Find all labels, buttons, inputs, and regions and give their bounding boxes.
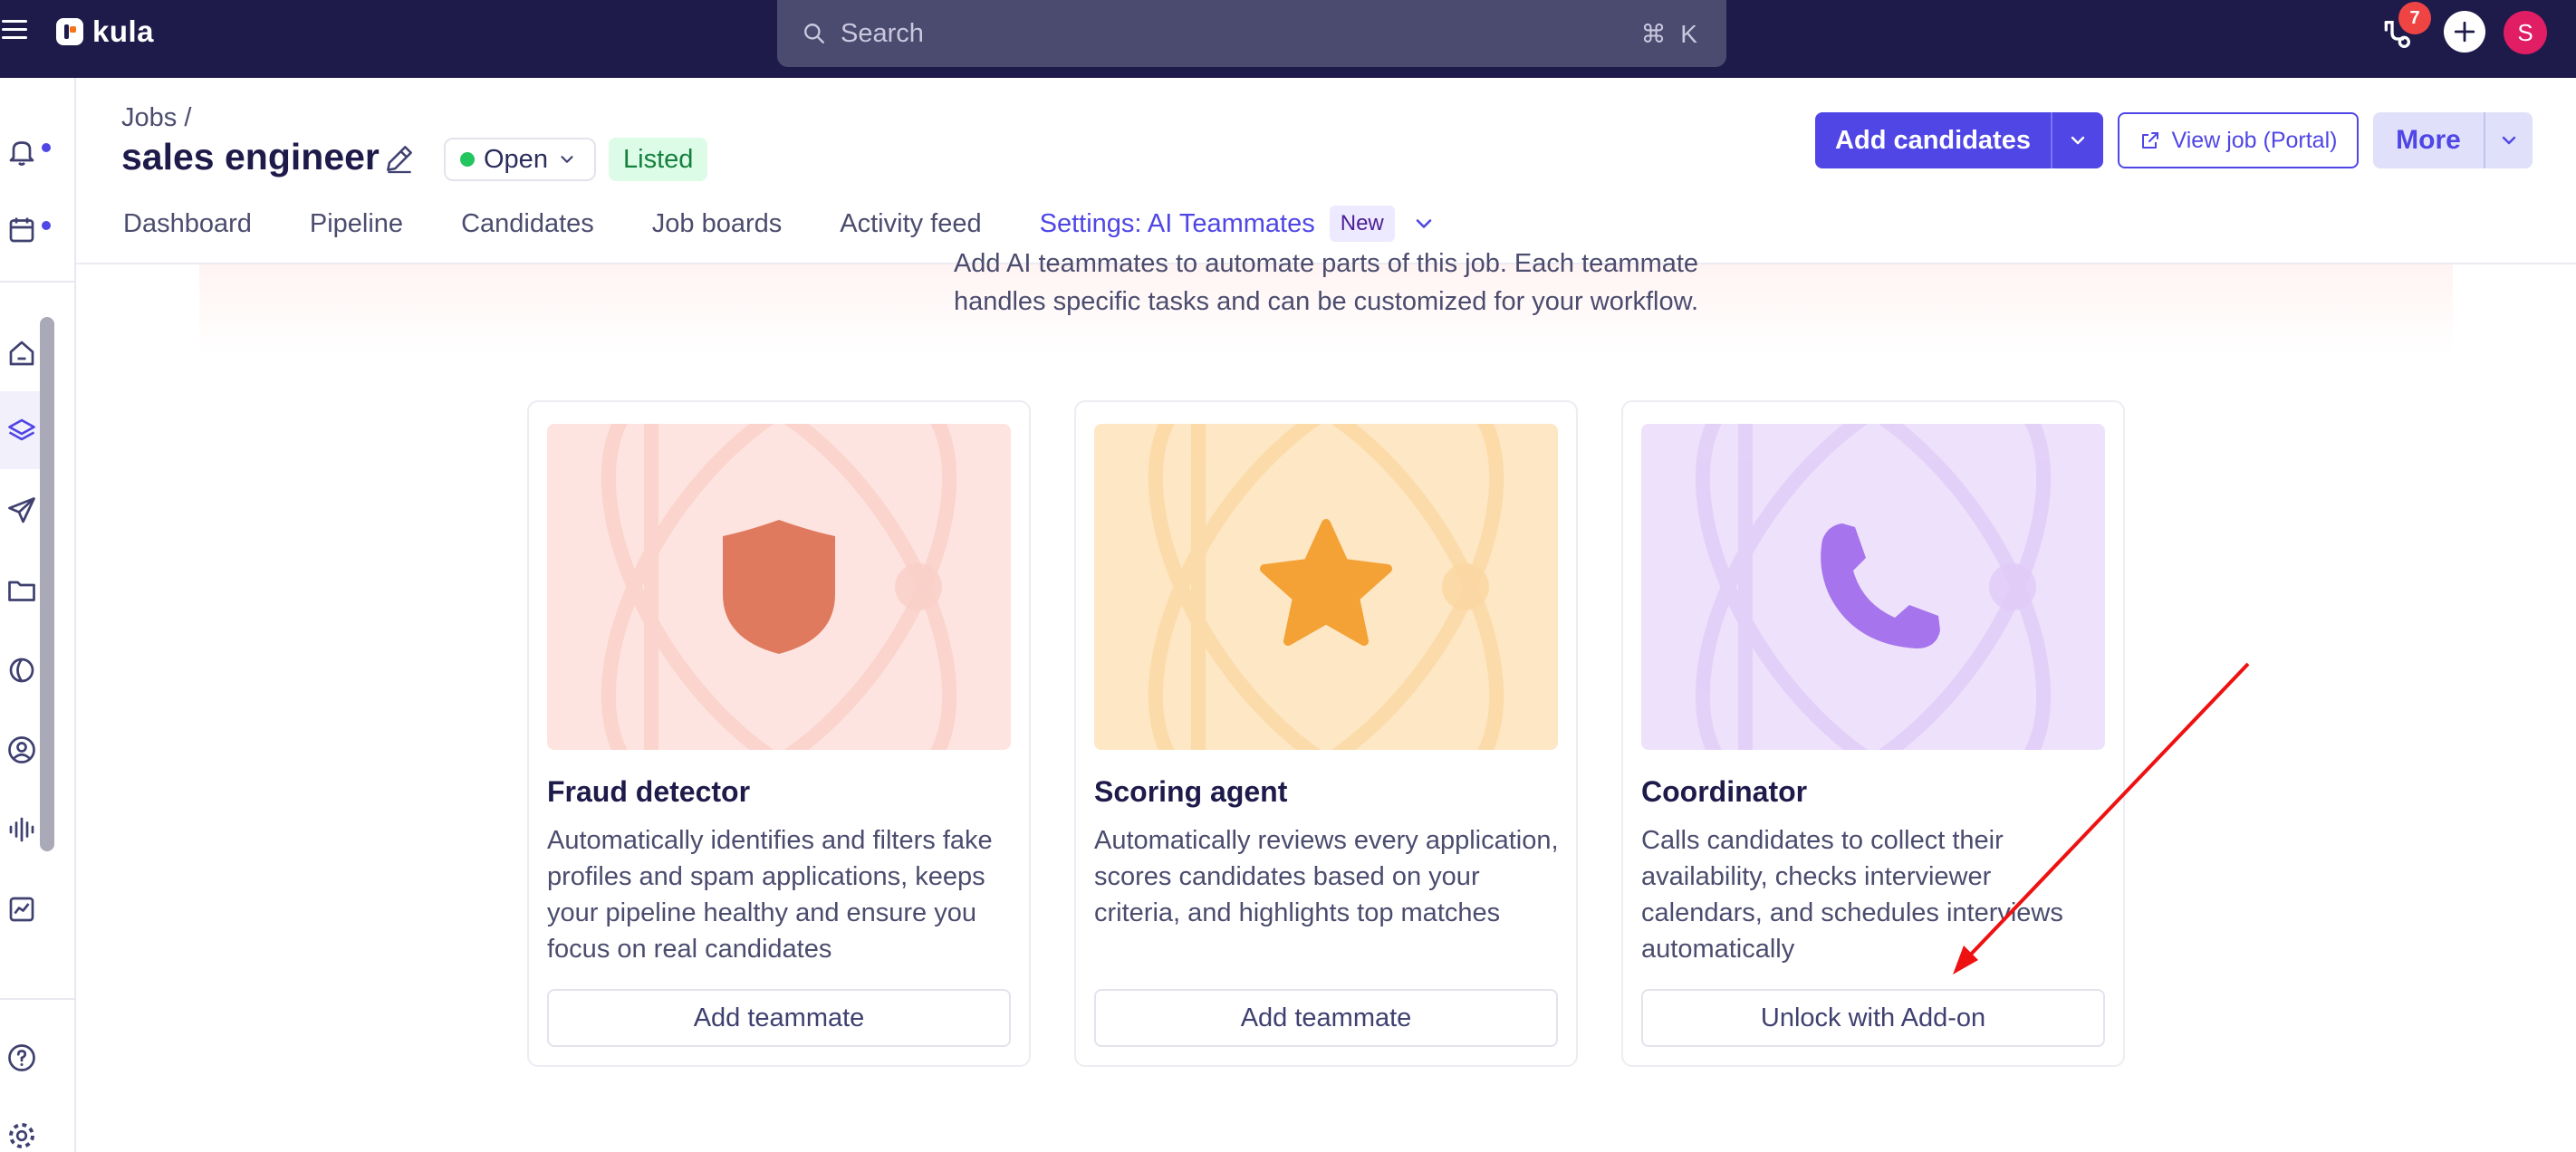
external-link-icon: [2141, 132, 2158, 149]
listed-badge: Listed: [609, 138, 708, 181]
unlock-with-add-on-button[interactable]: Unlock with Add-on: [1641, 989, 2105, 1047]
tab-settings-ai-teammates[interactable]: Settings: AI Teammates: [1040, 209, 1315, 239]
more-label: More: [2396, 125, 2461, 155]
sidebar: [0, 78, 76, 1152]
new-badge: New: [1329, 206, 1395, 242]
page-title: sales engineer: [121, 136, 380, 178]
card-title: Fraud detector: [547, 775, 751, 808]
more-menu-button[interactable]: [2484, 112, 2533, 168]
user-avatar[interactable]: S: [2504, 11, 2547, 54]
tab-pipeline[interactable]: Pipeline: [310, 209, 403, 239]
search-placeholder: Search: [841, 18, 924, 48]
add-teammate-button[interactable]: Add teammate: [1094, 989, 1558, 1047]
jobs-layers-icon[interactable]: [5, 415, 38, 447]
breadcrumb[interactable]: Jobs /: [121, 103, 191, 133]
reports-chart-icon[interactable]: [5, 893, 38, 926]
status-open-dot: [460, 152, 475, 167]
sidebar-divider: [0, 998, 76, 1000]
intro-line-1: Add AI teammates to automate parts of th…: [953, 249, 1699, 278]
teammate-card-coordinator: Coordinator Calls candidates to collect …: [1621, 400, 2125, 1067]
app-logo[interactable]: kula: [56, 14, 154, 49]
search-shortcut: ⌘ K: [1640, 19, 1701, 48]
job-status-label: Open: [484, 144, 548, 174]
app-name: kula: [92, 14, 155, 48]
add-candidates-menu-button[interactable]: [2051, 112, 2103, 168]
plus-icon: [2454, 21, 2475, 43]
chevron-down-icon[interactable]: [1411, 211, 1437, 236]
add-candidates-button[interactable]: Add candidates: [1815, 112, 2103, 168]
card-illustration: [547, 424, 1011, 750]
view-job-portal-button[interactable]: View job (Portal): [2118, 112, 2359, 168]
sidebar-divider: [0, 281, 76, 283]
user-circle-icon[interactable]: [5, 734, 38, 766]
tab-dashboard[interactable]: Dashboard: [123, 209, 252, 239]
card-description: Automatically reviews every application,…: [1094, 826, 1559, 927]
job-status-dropdown[interactable]: Open: [444, 138, 596, 181]
tab-job-boards[interactable]: Job boards: [652, 209, 783, 239]
more-button[interactable]: More: [2373, 112, 2533, 168]
settings-gear-icon[interactable]: [5, 1119, 38, 1152]
card-description: Automatically identifies and filters fak…: [547, 826, 993, 964]
teammate-card-fraud-detector: Fraud detector Automatically identifies …: [527, 400, 1031, 1067]
calendar-unread-dot: [42, 221, 51, 230]
tab-candidates[interactable]: Candidates: [461, 209, 594, 239]
add-teammate-button[interactable]: Add teammate: [547, 989, 1011, 1047]
card-title: Coordinator: [1641, 775, 1808, 808]
notification-badge[interactable]: 7: [2398, 2, 2431, 34]
intro-text: Add AI teammates to automate parts of th…: [199, 245, 2453, 321]
add-candidates-label: Add candidates: [1835, 125, 2031, 155]
calendar-icon[interactable]: [5, 214, 38, 246]
audio-waveform-icon[interactable]: [5, 813, 38, 846]
chevron-down-icon: [561, 156, 573, 163]
kula-logo-icon: [56, 18, 83, 45]
send-icon[interactable]: [5, 494, 38, 527]
bell-unread-dot: [42, 143, 51, 152]
home-icon[interactable]: [5, 337, 38, 370]
insights-icon[interactable]: [5, 654, 38, 686]
teammate-card-scoring-agent: Scoring agent Automatically reviews ever…: [1074, 400, 1578, 1067]
card-title: Scoring agent: [1094, 775, 1288, 808]
search-input[interactable]: Search ⌘ K: [777, 0, 1726, 67]
tab-activity-feed[interactable]: Activity feed: [840, 209, 981, 239]
pencil-icon[interactable]: [382, 141, 417, 176]
search-icon: [804, 24, 824, 43]
top-bar: kula Search ⌘ K 7 S: [0, 0, 2576, 78]
view-job-label: View job (Portal): [2171, 127, 2338, 153]
create-button[interactable]: [2444, 11, 2485, 53]
card-description: Calls candidates to collect their availa…: [1641, 826, 2063, 964]
card-illustration: [1641, 424, 2105, 750]
shield-icon: [723, 520, 835, 654]
intro-line-2: handles specific tasks and can be custom…: [953, 287, 1699, 316]
intro-banner: Add AI teammates to automate parts of th…: [199, 249, 2453, 355]
job-tabs: Dashboard Pipeline Candidates Job boards…: [123, 201, 1437, 246]
chevron-down-icon: [2502, 136, 2516, 145]
sidebar-scrollbar[interactable]: [40, 317, 54, 851]
chevron-down-icon: [2071, 136, 2085, 145]
folder-icon[interactable]: [5, 574, 38, 607]
help-icon[interactable]: [5, 1042, 38, 1074]
card-illustration: [1094, 424, 1558, 750]
menu-icon[interactable]: [2, 20, 29, 42]
bell-icon[interactable]: [5, 136, 38, 168]
